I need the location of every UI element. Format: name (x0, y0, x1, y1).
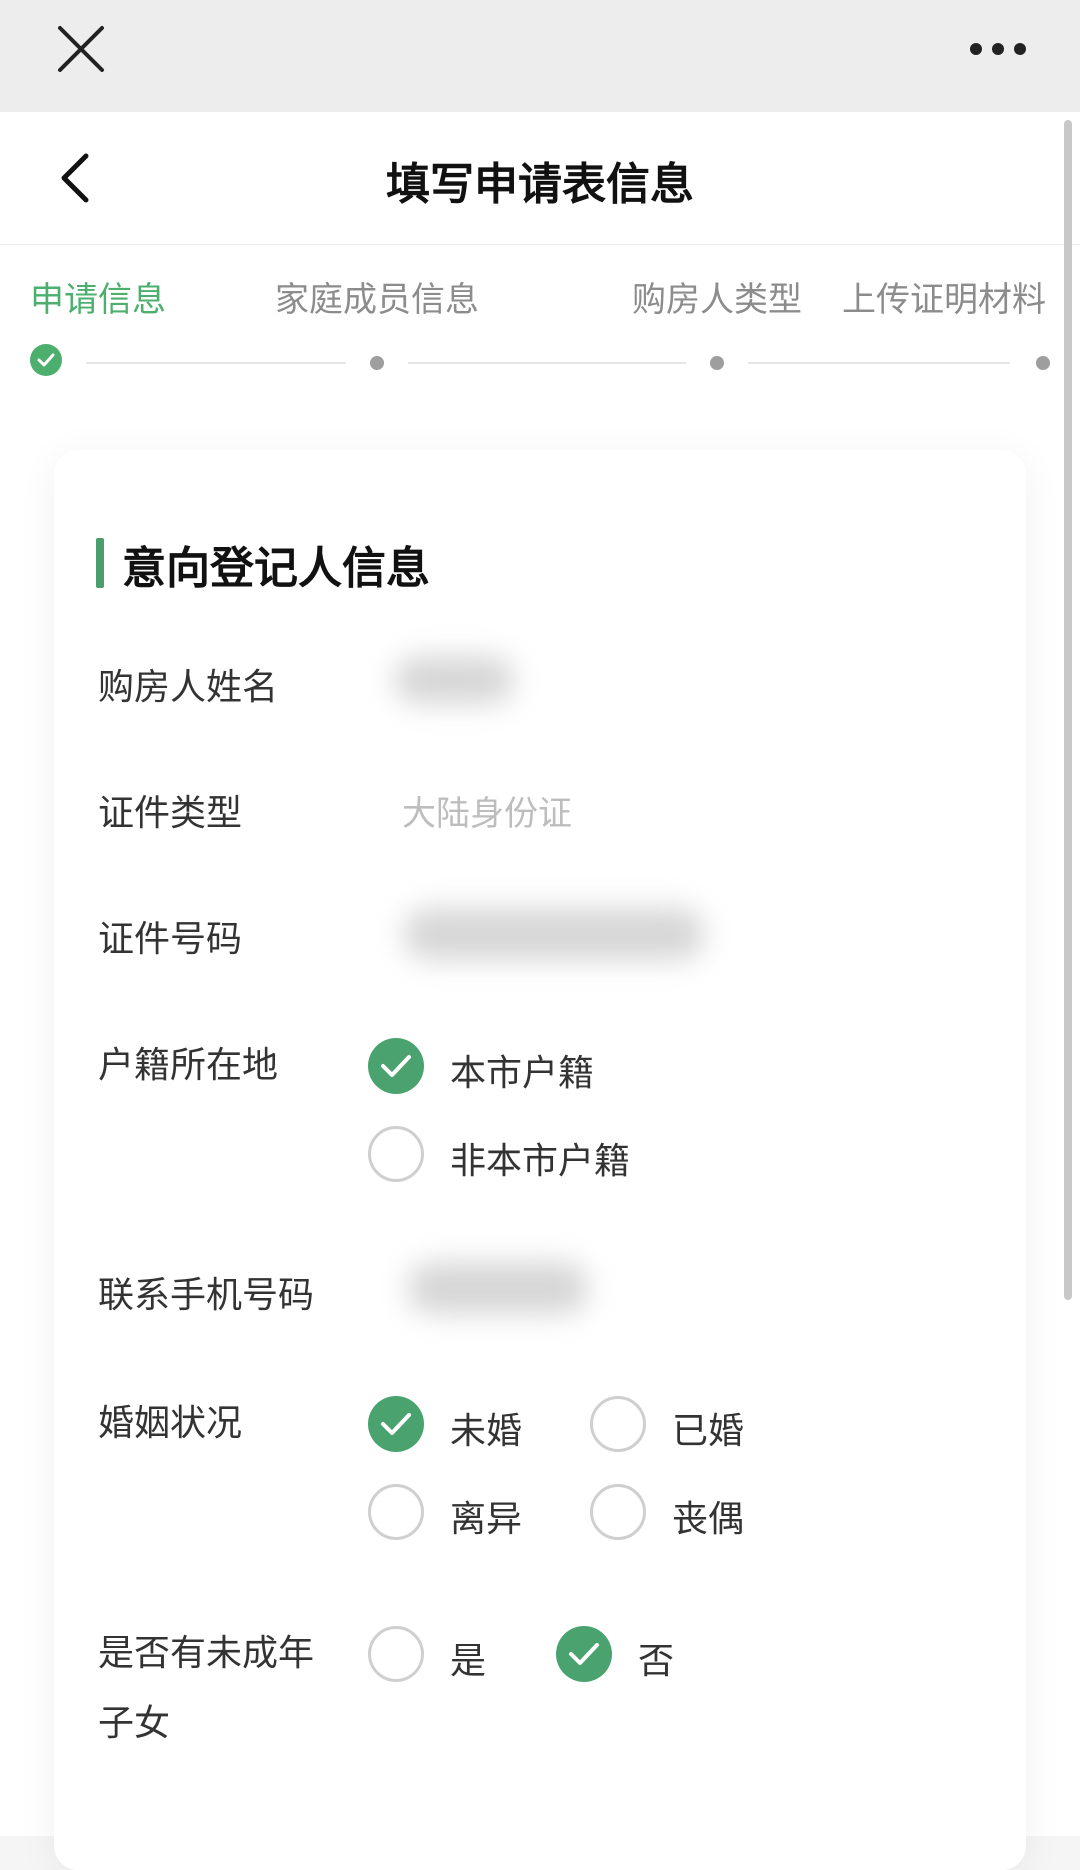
page-title: 填写申请表信息 (386, 159, 694, 210)
option-label: 已婚 (672, 1411, 745, 1452)
option-label: 离异 (450, 1499, 523, 1540)
phone-field[interactable] (408, 1262, 588, 1314)
buyer-name-field[interactable] (394, 656, 514, 704)
id-number-label: 证件号码 (98, 919, 243, 960)
step-upload-docs[interactable]: 上传证明材料 (842, 272, 1046, 321)
navbar: 填写申请表信息 (0, 112, 1080, 245)
step-connector (748, 362, 1010, 364)
scrollbar[interactable] (1064, 120, 1072, 1300)
id-type-label: 证件类型 (98, 793, 243, 834)
id-number-field[interactable] (404, 908, 704, 960)
step-dot (370, 356, 384, 370)
option-label: 否 (638, 1641, 675, 1682)
id-type-value[interactable]: 大陆身份证 (402, 786, 572, 835)
step-connector (86, 362, 346, 364)
phone-label: 联系手机号码 (98, 1275, 315, 1316)
section-title: 意向登记人信息 (122, 543, 430, 594)
option-label: 本市户籍 (450, 1053, 595, 1094)
minor-children-label: 是否有未成年 (98, 1633, 315, 1674)
radio-has-minor-no[interactable] (556, 1626, 612, 1682)
radio-has-minor-yes[interactable] (368, 1626, 424, 1682)
radio-unmarried[interactable] (368, 1396, 424, 1452)
buyer-name-label: 购房人姓名 (98, 667, 279, 708)
check-circle-icon (30, 344, 62, 376)
option-label: 非本市户籍 (450, 1141, 631, 1182)
step-connector (408, 362, 686, 364)
radio-nonlocal-household[interactable] (368, 1126, 424, 1182)
radio-married[interactable] (590, 1396, 646, 1452)
section-accent-bar (96, 538, 104, 588)
option-label: 丧偶 (672, 1499, 745, 1540)
step-apply-info[interactable]: 申请信息 (30, 272, 166, 321)
radio-divorced[interactable] (368, 1484, 424, 1540)
close-icon[interactable] (56, 24, 106, 74)
option-label: 未婚 (450, 1411, 523, 1452)
step-dot (1036, 356, 1050, 370)
step-dot (710, 356, 724, 370)
step-family-members[interactable]: 家庭成员信息 (275, 272, 479, 321)
marital-label: 婚姻状况 (98, 1403, 243, 1444)
page-content: 填写申请表信息 申请信息 家庭成员信息 购房人类型 上传证明材料 意向登记人信息… (0, 112, 1080, 1870)
radio-local-household[interactable] (368, 1038, 424, 1094)
minor-children-label-line2: 子女 (98, 1703, 171, 1744)
more-horizontal-icon[interactable] (966, 34, 1030, 64)
mini-program-topbar (0, 0, 1080, 112)
option-label: 是 (450, 1641, 487, 1682)
household-label: 户籍所在地 (98, 1045, 279, 1086)
radio-widowed[interactable] (590, 1484, 646, 1540)
form-card: 意向登记人信息 购房人姓名 证件类型 大陆身份证 证件号码 户籍所在地 本市户籍… (54, 450, 1026, 1870)
step-buyer-type[interactable]: 购房人类型 (632, 272, 802, 321)
